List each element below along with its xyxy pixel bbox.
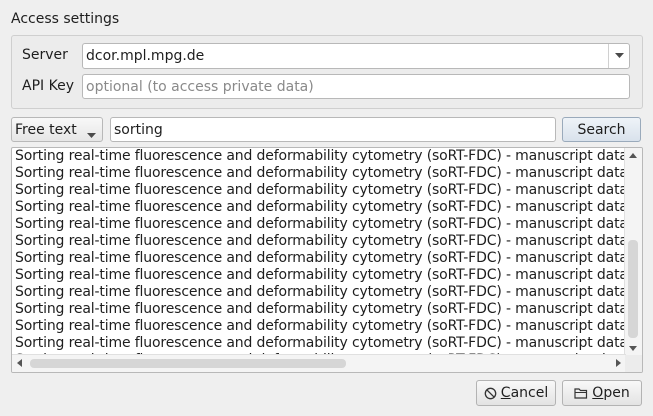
list-item[interactable]: Sorting real-time fluorescence and defor… xyxy=(12,250,626,267)
list-item[interactable]: Sorting real-time fluorescence and defor… xyxy=(12,216,626,233)
open-button[interactable]: Open xyxy=(562,380,642,406)
server-label: Server xyxy=(22,47,68,63)
chevron-down-icon xyxy=(614,53,624,59)
scroll-up-icon[interactable] xyxy=(629,153,637,158)
api-key-label: API Key xyxy=(22,78,74,94)
list-item[interactable]: Sorting real-time fluorescence and defor… xyxy=(12,335,626,352)
server-dropdown-arrow[interactable] xyxy=(608,44,629,68)
cancel-icon xyxy=(484,387,497,400)
search-button[interactable]: Search xyxy=(562,117,641,142)
api-key-placeholder: optional (to access private data) xyxy=(86,78,314,95)
vertical-scrollbar[interactable] xyxy=(624,148,642,356)
list-item[interactable]: Sorting real-time fluorescence and defor… xyxy=(12,301,626,318)
chevron-down-icon xyxy=(87,127,96,143)
list-item[interactable]: Sorting real-time fluorescence and defor… xyxy=(12,199,626,216)
results-viewport: Sorting real-time fluorescence and defor… xyxy=(12,148,626,356)
vertical-scroll-thumb[interactable] xyxy=(628,240,638,338)
api-key-input[interactable]: optional (to access private data) xyxy=(82,74,630,99)
scroll-left-icon[interactable] xyxy=(17,359,22,367)
list-item[interactable]: Sorting real-time fluorescence and defor… xyxy=(12,284,626,301)
horizontal-scrollbar[interactable] xyxy=(12,354,626,372)
search-mode-value: Free text xyxy=(15,121,77,138)
access-settings-title: Access settings xyxy=(11,11,120,27)
cancel-button[interactable]: Cancel xyxy=(476,380,556,406)
cancel-label: Cancel xyxy=(500,385,549,401)
search-input[interactable]: sorting xyxy=(110,117,556,142)
list-item[interactable]: Sorting real-time fluorescence and defor… xyxy=(12,267,626,284)
list-item[interactable]: Sorting real-time fluorescence and defor… xyxy=(12,182,626,199)
list-item[interactable]: Sorting real-time fluorescence and defor… xyxy=(12,165,626,182)
list-item[interactable]: Sorting real-time fluorescence and defor… xyxy=(12,318,626,335)
list-item[interactable]: Sorting real-time fluorescence and defor… xyxy=(12,233,626,250)
scroll-down-icon[interactable] xyxy=(629,346,637,351)
horizontal-scroll-thumb[interactable] xyxy=(30,359,346,368)
search-query: sorting xyxy=(114,121,163,138)
search-mode-select[interactable]: Free text xyxy=(11,117,103,142)
list-item[interactable]: Sorting real-time fluorescence and defor… xyxy=(12,148,626,165)
scroll-right-icon[interactable] xyxy=(616,359,621,367)
results-list[interactable]: Sorting real-time fluorescence and defor… xyxy=(11,147,643,373)
folder-open-icon xyxy=(574,387,588,399)
open-label: Open xyxy=(592,385,630,401)
server-value: dcor.mpl.mpg.de xyxy=(86,48,205,64)
scroll-corner xyxy=(625,355,642,372)
server-combobox[interactable]: dcor.mpl.mpg.de xyxy=(82,43,630,69)
